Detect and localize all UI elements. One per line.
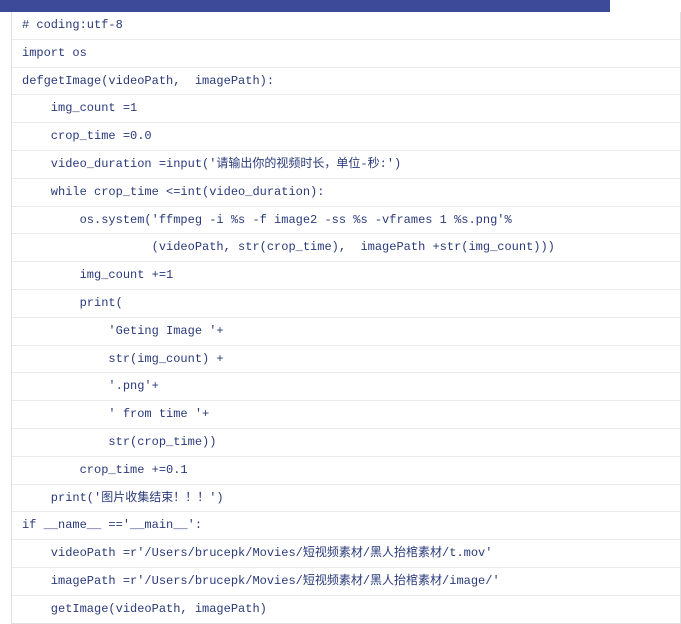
code-line: img_count =1 <box>12 95 680 123</box>
code-line: # coding:utf-8 <box>12 12 680 40</box>
code-line: crop_time =0.0 <box>12 123 680 151</box>
header-bar <box>0 0 610 12</box>
code-line: img_count +=1 <box>12 262 680 290</box>
code-line: str(crop_time)) <box>12 429 680 457</box>
code-line: crop_time +=0.1 <box>12 457 680 485</box>
code-line: str(img_count) + <box>12 346 680 374</box>
code-line: 'Geting Image '+ <box>12 318 680 346</box>
code-line: (videoPath, str(crop_time), imagePath +s… <box>12 234 680 262</box>
code-line: video_duration =input('请输出你的视频时长，单位-秒:') <box>12 151 680 179</box>
code-line: videoPath =r'/Users/brucepk/Movies/短视频素材… <box>12 540 680 568</box>
code-line: print('图片收集结束！！！') <box>12 485 680 513</box>
code-line: os.system('ffmpeg -i %s -f image2 -ss %s… <box>12 207 680 235</box>
code-line: while crop_time <=int(video_duration): <box>12 179 680 207</box>
code-container: # coding:utf-8 import os defgetImage(vid… <box>11 12 681 624</box>
code-line: defgetImage(videoPath, imagePath): <box>12 68 680 96</box>
code-line: getImage(videoPath, imagePath) <box>12 596 680 623</box>
code-line: ' from time '+ <box>12 401 680 429</box>
code-line: import os <box>12 40 680 68</box>
code-line: print( <box>12 290 680 318</box>
code-line: '.png'+ <box>12 373 680 401</box>
code-line: imagePath =r'/Users/brucepk/Movies/短视频素材… <box>12 568 680 596</box>
